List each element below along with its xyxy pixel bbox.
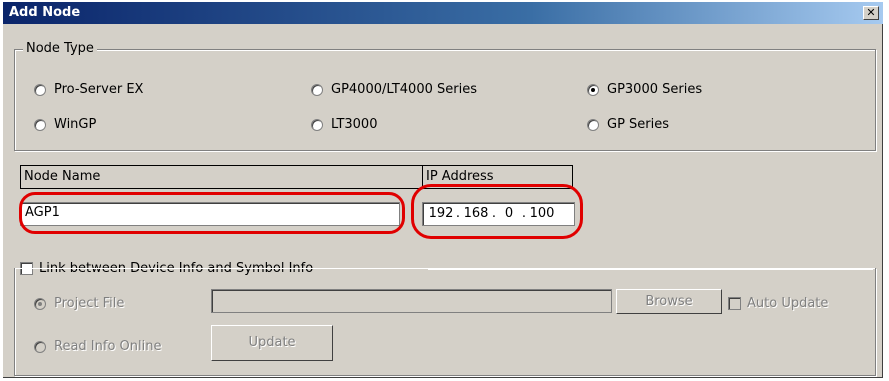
radio-circle-icon (34, 118, 46, 131)
radio-circle-icon (587, 118, 599, 131)
ip-address-input[interactable]: 192 . 168 . 0 . 100 (422, 202, 575, 226)
link-group (14, 268, 876, 376)
title-bar[interactable]: Add Node ✕ (3, 2, 883, 24)
radio-label: LT3000 (331, 117, 378, 132)
radio-label: GP Series (607, 117, 670, 132)
checkbox-icon (728, 297, 741, 310)
ip-octet-3[interactable]: 0 (497, 204, 521, 224)
add-node-dialog: Add Node ✕ Node Type Pro-Server EX GP400… (3, 2, 883, 378)
project-file-input[interactable] (211, 289, 612, 313)
radio-label: GP4000/LT4000 Series (331, 82, 477, 97)
radio-gp-series[interactable]: GP Series (587, 117, 669, 132)
update-button[interactable]: Update (211, 325, 333, 361)
radio-label: Pro-Server EX (54, 82, 144, 97)
browse-button[interactable]: Browse (616, 289, 722, 314)
node-name-header: Node Name (20, 165, 423, 189)
radio-circle-icon (311, 83, 323, 96)
radio-wingp[interactable]: WinGP (34, 117, 96, 132)
radio-gp3000-series[interactable]: GP3000 Series (587, 82, 702, 97)
radio-circle-icon (34, 340, 46, 353)
close-icon: ✕ (866, 6, 876, 19)
radio-circle-icon (34, 83, 46, 96)
ip-octet-2[interactable]: 168 (461, 204, 491, 224)
radio-gp4000-lt4000-series[interactable]: GP4000/LT4000 Series (311, 82, 477, 97)
project-file-label: Project File (54, 296, 125, 311)
radio-lt3000[interactable]: LT3000 (311, 117, 377, 132)
radio-pro-server-ex[interactable]: Pro-Server EX (34, 82, 143, 97)
radio-circle-icon (311, 118, 323, 131)
auto-update-checkbox[interactable]: Auto Update (728, 296, 828, 311)
ip-octet-4[interactable]: 100 (527, 204, 557, 224)
close-button[interactable]: ✕ (863, 6, 879, 20)
dialog-title: Add Node (9, 5, 81, 20)
radio-checked-icon (34, 297, 46, 310)
node-type-legend: Node Type (23, 41, 97, 56)
ip-octet-1[interactable]: 192 (427, 204, 455, 224)
radio-checked-icon (587, 83, 599, 96)
ip-address-header: IP Address (422, 165, 573, 189)
radio-read-info-online[interactable]: Read Info Online (34, 339, 161, 354)
radio-label: WinGP (54, 117, 97, 132)
node-name-input[interactable]: AGP1 (20, 202, 400, 226)
radio-project-file[interactable]: Project File (34, 296, 124, 311)
read-info-online-label: Read Info Online (54, 339, 162, 354)
auto-update-label: Auto Update (747, 296, 829, 311)
node-type-group: Node Type (14, 41, 876, 151)
radio-label: GP3000 Series (607, 82, 703, 97)
